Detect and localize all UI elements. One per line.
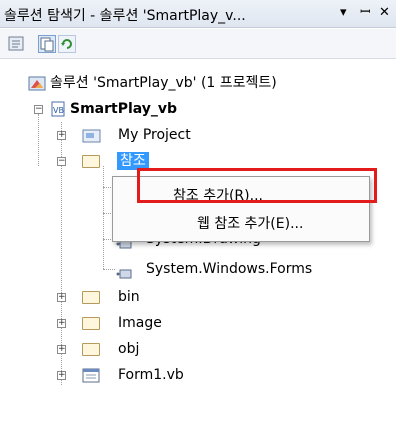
folder-open-icon: [82, 155, 100, 168]
my-project-node[interactable]: + My Project: [0, 124, 396, 146]
window-position-dropdown-icon[interactable]: ▾: [340, 4, 347, 22]
window-titlebar: 솔루션 탐색기 - 솔루션 'SmartPlay_v... ▾ ꟷ ✕: [0, 0, 396, 28]
collapse-icon[interactable]: −: [34, 105, 43, 114]
reference-label: System.Windows.Forms: [146, 261, 313, 277]
my-project-label: My Project: [118, 127, 191, 143]
references-node[interactable]: − 참조: [0, 150, 396, 172]
solution-node[interactable]: 솔루션 'SmartPlay_vb' (1 프로젝트): [0, 72, 396, 94]
expand-icon[interactable]: +: [57, 293, 66, 302]
project-node[interactable]: − VB SmartPlay_vb: [0, 98, 396, 120]
auto-hide-pin-icon[interactable]: ꟷ: [360, 4, 371, 22]
close-icon[interactable]: ✕: [379, 4, 390, 22]
references-label: 참조: [117, 152, 149, 170]
show-all-files-icon[interactable]: [38, 35, 56, 53]
folder-node-bin[interactable]: + bin: [0, 286, 396, 308]
window-title: 솔루션 탐색기 - 솔루션 'SmartPlay_v...: [4, 8, 246, 24]
folder-icon: [82, 317, 100, 330]
reference-item[interactable]: System.Windows.Forms: [0, 258, 396, 280]
form-icon: [82, 368, 100, 391]
form1-node[interactable]: + Form1.vb: [0, 364, 396, 386]
collapse-icon[interactable]: −: [57, 157, 66, 166]
folder-label: obj: [118, 341, 140, 357]
folder-label: bin: [118, 289, 140, 305]
solution-tree: 솔루션 'SmartPlay_vb' (1 프로젝트) − VB SmartPl…: [0, 60, 396, 432]
folder-label: Image: [118, 315, 162, 331]
context-menu: 참조 추가(R)... 웹 참조 추가(E)...: [112, 176, 370, 242]
add-reference-label: 참조 추가(R)...: [173, 188, 263, 204]
refresh-icon[interactable]: [58, 35, 76, 53]
form1-label: Form1.vb: [118, 367, 184, 383]
reference-icon: [116, 264, 132, 279]
project-label: SmartPlay_vb: [70, 101, 178, 117]
vb-project-icon: VB: [48, 101, 66, 124]
folder-node-obj[interactable]: + obj: [0, 338, 396, 360]
add-web-reference-menu-item[interactable]: 웹 참조 추가(E)...: [113, 210, 369, 238]
folder-icon: [82, 291, 100, 304]
my-project-icon: [82, 128, 102, 151]
add-reference-menu-item[interactable]: 참조 추가(R)...: [113, 182, 369, 210]
properties-icon[interactable]: [8, 35, 26, 53]
add-web-reference-label: 웹 참조 추가(E)...: [197, 216, 304, 232]
solution-icon: [28, 76, 46, 99]
expand-icon[interactable]: +: [57, 319, 66, 328]
folder-icon: [82, 343, 100, 356]
expand-icon[interactable]: +: [57, 131, 66, 140]
solution-label: 솔루션 'SmartPlay_vb' (1 프로젝트): [50, 75, 277, 91]
svg-text:VB: VB: [53, 106, 64, 115]
expand-icon[interactable]: +: [57, 371, 66, 380]
solution-explorer-toolbar: [0, 29, 396, 59]
expand-icon[interactable]: +: [57, 345, 66, 354]
folder-node-image[interactable]: + Image: [0, 312, 396, 334]
